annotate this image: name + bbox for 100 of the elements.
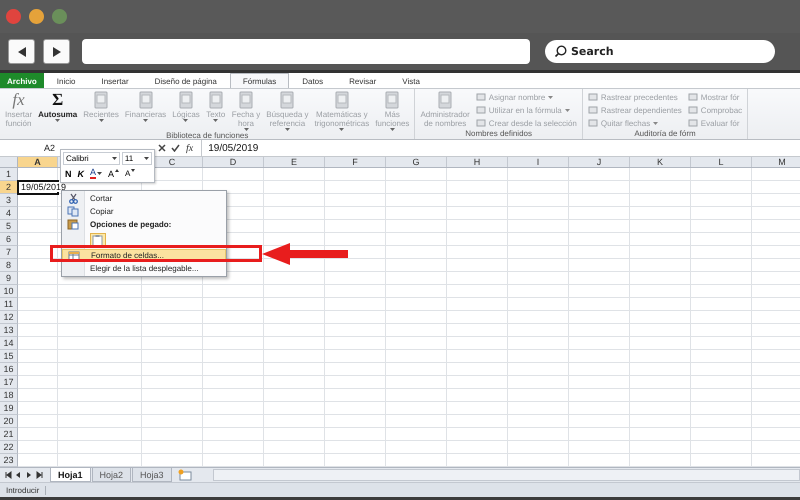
ribbon-tab[interactable]: Vista [389, 73, 433, 88]
caret-icon [97, 172, 102, 175]
new-sheet-icon[interactable] [176, 469, 193, 481]
format-button[interactable]: A [106, 167, 122, 180]
column-header[interactable]: F [349, 157, 361, 167]
column-header[interactable]: E [288, 157, 300, 167]
ribbon-tab[interactable]: Insertar [88, 73, 142, 88]
row-header[interactable]: 11 [0, 298, 18, 311]
row-header[interactable]: 5 [0, 220, 18, 233]
format-button[interactable]: A [88, 167, 104, 180]
column-header[interactable]: H [470, 157, 484, 167]
row-header[interactable]: 9 [0, 272, 18, 285]
table-cell[interactable]: 19/05/2019 [21, 182, 66, 192]
row-header[interactable]: 13 [0, 324, 18, 337]
column-header[interactable]: I [534, 157, 542, 167]
row-header[interactable]: 6 [0, 233, 18, 246]
row-header[interactable]: 17 [0, 376, 18, 389]
name-box[interactable]: A2 [0, 143, 58, 153]
forward-button[interactable] [43, 39, 70, 64]
caret-icon [564, 108, 570, 112]
row-header[interactable]: 3 [0, 194, 18, 207]
row-header[interactable]: 22 [0, 441, 18, 454]
ribbon-button[interactable]: Σ Autosuma [36, 90, 80, 122]
search-icon [554, 45, 567, 58]
command-icon [688, 105, 698, 115]
command-icon [688, 92, 698, 102]
menu-item[interactable]: Copiar [62, 205, 226, 218]
command-icon [476, 118, 486, 128]
column-header[interactable]: L [715, 157, 726, 167]
caret-icon [244, 128, 248, 131]
row-header[interactable]: 4 [0, 207, 18, 220]
row-header[interactable]: 8 [0, 259, 18, 272]
column-header[interactable]: M [775, 157, 789, 167]
command-icon [688, 118, 698, 128]
table-icon [68, 250, 80, 261]
zoom-button[interactable] [52, 9, 67, 24]
command-icon [476, 92, 486, 102]
scissors-icon [68, 193, 78, 204]
group-title: Nombres definidos [464, 129, 533, 139]
sheet-tab[interactable]: Hoja3 [132, 468, 172, 482]
back-button[interactable] [8, 39, 35, 64]
formula-field[interactable]: 19/05/2019 [201, 140, 800, 156]
ribbon-tab[interactable]: Inicio [44, 73, 88, 88]
column-header[interactable]: C [166, 157, 178, 167]
row-header[interactable]: 16 [0, 363, 18, 376]
back-icon [16, 46, 28, 58]
command-icon [588, 118, 598, 128]
row-header[interactable]: 15 [0, 350, 18, 363]
clipboard-icon [67, 219, 79, 230]
format-button[interactable]: N [63, 167, 74, 180]
format-button[interactable]: A [123, 167, 138, 180]
caret-icon [143, 119, 148, 122]
row-header[interactable]: 14 [0, 337, 18, 350]
minimize-button[interactable] [29, 9, 44, 24]
insert-function-button[interactable]: fx [186, 142, 194, 154]
sheet-tab[interactable]: Hoja2 [92, 468, 132, 482]
cancel-icon[interactable] [158, 144, 166, 152]
column-header[interactable]: G [409, 157, 422, 167]
row-header[interactable]: 20 [0, 415, 18, 428]
ribbon-tab[interactable]: Diseño de página [142, 73, 230, 88]
check-icon[interactable] [171, 144, 180, 152]
font-size-field[interactable]: 11 [122, 152, 152, 165]
row-header[interactable]: 7 [0, 246, 18, 259]
caret-icon [653, 122, 658, 124]
font-field[interactable]: Calibri [63, 152, 120, 165]
caret-icon [98, 119, 104, 122]
address-field[interactable] [82, 39, 530, 64]
caret-icon [213, 119, 218, 122]
caret-icon [284, 128, 290, 131]
menu-item[interactable]: Elegir de la lista desplegable... [62, 262, 226, 275]
caret-icon [183, 119, 188, 122]
ribbon-tab[interactable]: Datos [289, 73, 336, 88]
ribbon-tab[interactable]: Revisar [336, 73, 390, 88]
row-header[interactable]: 10 [0, 285, 18, 298]
row-header[interactable]: 23 [0, 454, 18, 467]
format-button[interactable]: K [76, 167, 86, 180]
row-header[interactable]: 18 [0, 389, 18, 402]
row-header[interactable]: 21 [0, 428, 18, 441]
caret-icon [548, 96, 554, 98]
column-header[interactable]: D [226, 157, 240, 167]
ribbon-tab[interactable]: Archivo [0, 73, 44, 88]
menu-heading: Opciones de pegado: [62, 218, 226, 231]
row-header[interactable]: 2 [0, 181, 18, 194]
sheet-navigation-icon[interactable] [4, 471, 44, 479]
sheet-tab[interactable]: Hoja1 [50, 468, 91, 482]
caret-icon [390, 128, 395, 131]
row-header[interactable]: 19 [0, 402, 18, 415]
ribbon-tab[interactable]: Fórmulas [230, 73, 290, 88]
horizontal-scrollbar[interactable] [212, 469, 800, 481]
status-text: Introducir [0, 486, 46, 494]
column-header[interactable]: K [654, 157, 666, 167]
row-header[interactable]: 1 [0, 168, 18, 181]
forward-icon [50, 46, 62, 58]
command-icon [476, 105, 486, 115]
column-header[interactable]: J [594, 157, 604, 167]
caret-icon [55, 119, 60, 122]
menu-item[interactable]: Cortar [62, 192, 226, 205]
group-title: Biblioteca de funciones [165, 131, 250, 141]
row-header[interactable]: 12 [0, 311, 18, 324]
search-field[interactable]: Search [545, 40, 775, 63]
